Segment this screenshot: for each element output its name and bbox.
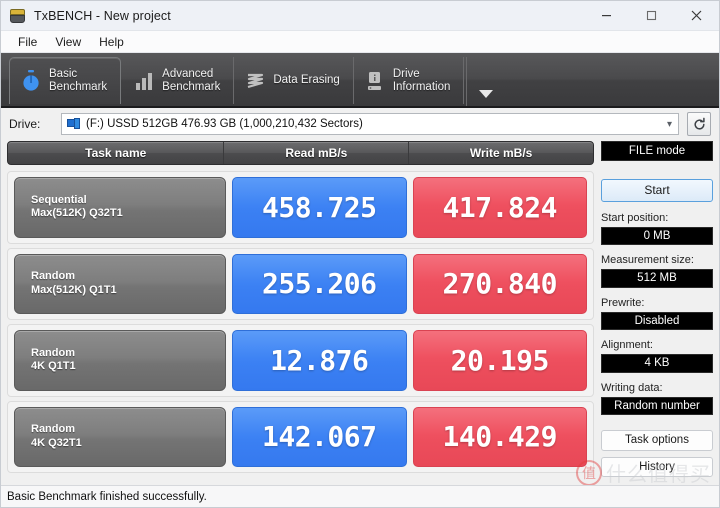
table-row: Random 4K Q1T1 12.876 20.195 <box>7 324 594 397</box>
read-value-cell: 142.067 <box>232 406 407 467</box>
file-mode-button[interactable]: FILE mode <box>601 141 713 162</box>
task-name-cell: Random 4K Q1T1 <box>14 330 226 391</box>
menu-item-view[interactable]: View <box>46 33 90 51</box>
txbench-window: TxBENCH - New project File View Help Bas… <box>0 0 720 508</box>
refresh-icon <box>693 117 705 130</box>
table-row: Random Max(512K) Q1T1 255.206 270.840 <box>7 247 594 320</box>
status-message: Basic Benchmark finished successfully. <box>7 490 207 503</box>
task-name-cell: Random Max(512K) Q1T1 <box>14 253 226 314</box>
task-name-label: Sequential Max(512K) Q32T1 <box>31 193 123 220</box>
writing-data-value[interactable]: Random number <box>601 396 713 416</box>
table-row: Sequential Max(512K) Q32T1 458.725 417.8… <box>7 171 594 244</box>
tab-strip: Basic Benchmark Advanced Benchmark Data … <box>1 53 719 108</box>
title-bar: TxBENCH - New project <box>1 1 719 31</box>
results-header: Task name Read mB/s Write mB/s <box>7 141 594 165</box>
menu-item-help[interactable]: Help <box>90 33 133 51</box>
shred-icon <box>244 69 266 93</box>
column-header-task-name: Task name <box>8 142 225 164</box>
drive-select[interactable]: (F:) USSD 512GB 476.93 GB (1,000,210,432… <box>61 113 679 135</box>
task-name-cell: Random 4K Q32T1 <box>14 406 226 467</box>
write-value-cell: 270.840 <box>412 253 587 314</box>
bar-chart-icon <box>133 69 155 93</box>
tab-drive-information[interactable]: Drive Information <box>354 57 465 104</box>
settings-sidebar: FILE mode Start Start position: 0 MB Mea… <box>601 140 713 477</box>
task-name-label: Random 4K Q1T1 <box>31 346 76 373</box>
tab-label: Advanced Benchmark <box>162 67 221 93</box>
tab-label: Data Erasing <box>273 74 340 86</box>
read-value-cell: 255.206 <box>232 253 407 314</box>
task-options-button[interactable]: Task options <box>601 430 713 451</box>
column-header-write: Write mB/s <box>469 146 533 160</box>
drive-label: Drive: <box>9 117 41 131</box>
read-value-cell: 12.876 <box>232 330 407 391</box>
window-title: TxBENCH - New project <box>34 8 171 23</box>
menu-bar: File View Help <box>1 31 719 53</box>
chevron-down-icon <box>479 90 494 98</box>
close-button[interactable] <box>674 1 719 31</box>
alignment-label: Alignment: <box>601 339 653 352</box>
write-value-cell: 417.824 <box>412 177 587 238</box>
drive-info-icon <box>364 69 386 93</box>
alignment-value[interactable]: 4 KB <box>601 354 713 373</box>
writing-data-label: Writing data: <box>601 381 663 394</box>
tab-label: Basic Benchmark <box>49 68 108 93</box>
prewrite-value[interactable]: Disabled <box>601 311 713 331</box>
prewrite-label: Prewrite: <box>601 296 645 309</box>
app-drive-icon <box>9 7 27 25</box>
write-value-cell: 20.195 <box>412 330 587 391</box>
menu-item-file[interactable]: File <box>9 33 46 51</box>
stopwatch-icon <box>20 69 42 93</box>
tab-basic-benchmark[interactable]: Basic Benchmark <box>9 57 122 104</box>
table-row: Random 4K Q32T1 142.067 140.429 <box>7 400 594 473</box>
column-header-read: Read mB/s <box>224 142 410 164</box>
minimize-button[interactable] <box>584 1 629 31</box>
chevron-down-icon: ▾ <box>666 118 672 130</box>
drive-selected-value: (F:) USSD 512GB 476.93 GB (1,000,210,432… <box>86 118 363 130</box>
write-value-cell: 140.429 <box>412 406 587 467</box>
refresh-button[interactable] <box>687 112 711 136</box>
start-position-label: Start position: <box>601 211 669 224</box>
read-value-cell: 458.725 <box>232 177 407 238</box>
drive-icon <box>67 118 81 130</box>
main-body: Task name Read mB/s Write mB/s Sequentia… <box>1 140 719 477</box>
maximize-button[interactable] <box>629 1 674 31</box>
tab-advanced-benchmark[interactable]: Advanced Benchmark <box>123 57 235 104</box>
status-bar: Basic Benchmark finished successfully. <box>1 485 719 507</box>
tab-overflow-button[interactable] <box>466 57 503 106</box>
start-button[interactable]: Start <box>601 179 713 202</box>
measurement-size-label: Measurement size: <box>601 254 694 267</box>
drive-selector-row: Drive: (F:) USSD 512GB 476.93 GB (1,000,… <box>1 108 719 140</box>
results-panel: Task name Read mB/s Write mB/s Sequentia… <box>7 140 594 477</box>
task-name-label: Random Max(512K) Q1T1 <box>31 270 117 296</box>
history-button[interactable]: History <box>601 456 713 477</box>
tab-label: Drive Information <box>392 67 451 93</box>
tab-data-erasing[interactable]: Data Erasing <box>234 57 354 104</box>
measurement-size-value[interactable]: 512 MB <box>601 269 713 288</box>
window-controls <box>584 1 719 31</box>
task-name-label: Random 4K Q32T1 <box>31 423 82 449</box>
start-position-value[interactable]: 0 MB <box>601 226 713 246</box>
task-name-cell: Sequential Max(512K) Q32T1 <box>14 177 226 238</box>
